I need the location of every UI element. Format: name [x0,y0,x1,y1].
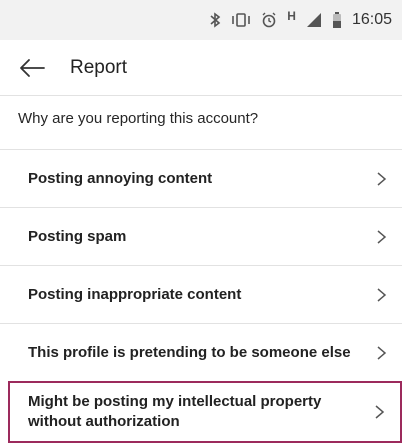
option-label: This profile is pretending to be someone… [28,343,351,361]
option-label: Posting spam [28,227,127,245]
option-label: Posting annoying content [28,169,213,187]
status-time: 16:05 [351,11,392,28]
vibrate-icon [231,12,251,28]
alarm-icon [261,12,277,28]
page-title: Report [70,56,128,78]
option-inappropriate-content[interactable]: Posting inappropriate content [0,265,402,323]
option-label: Might be posting my intellectual propert… [28,393,322,430]
chevron-right-icon [377,345,387,360]
back-button[interactable] [4,40,60,96]
status-bar: H 16:05 [0,0,402,40]
report-question: Why are you reporting this account? [18,110,259,127]
network-type-label: H [287,9,296,23]
battery-icon [332,12,342,28]
option-impersonation[interactable]: This profile is pretending to be someone… [0,323,402,381]
option-annoying-content[interactable]: Posting annoying content [0,149,402,207]
signal-icon [306,12,322,28]
bluetooth-icon [209,12,221,28]
report-options-list: Posting annoying content Posting spam Po… [0,149,402,443]
app-header: Report [0,40,402,96]
chevron-right-icon [375,405,385,419]
chevron-right-icon [377,171,387,186]
option-intellectual-property[interactable]: Might be posting my intellectual propert… [8,381,402,443]
option-spam[interactable]: Posting spam [0,207,402,265]
chevron-right-icon [377,287,387,302]
option-label: Posting inappropriate content [28,285,242,303]
arrow-left-icon [20,58,45,77]
chevron-right-icon [377,229,387,244]
